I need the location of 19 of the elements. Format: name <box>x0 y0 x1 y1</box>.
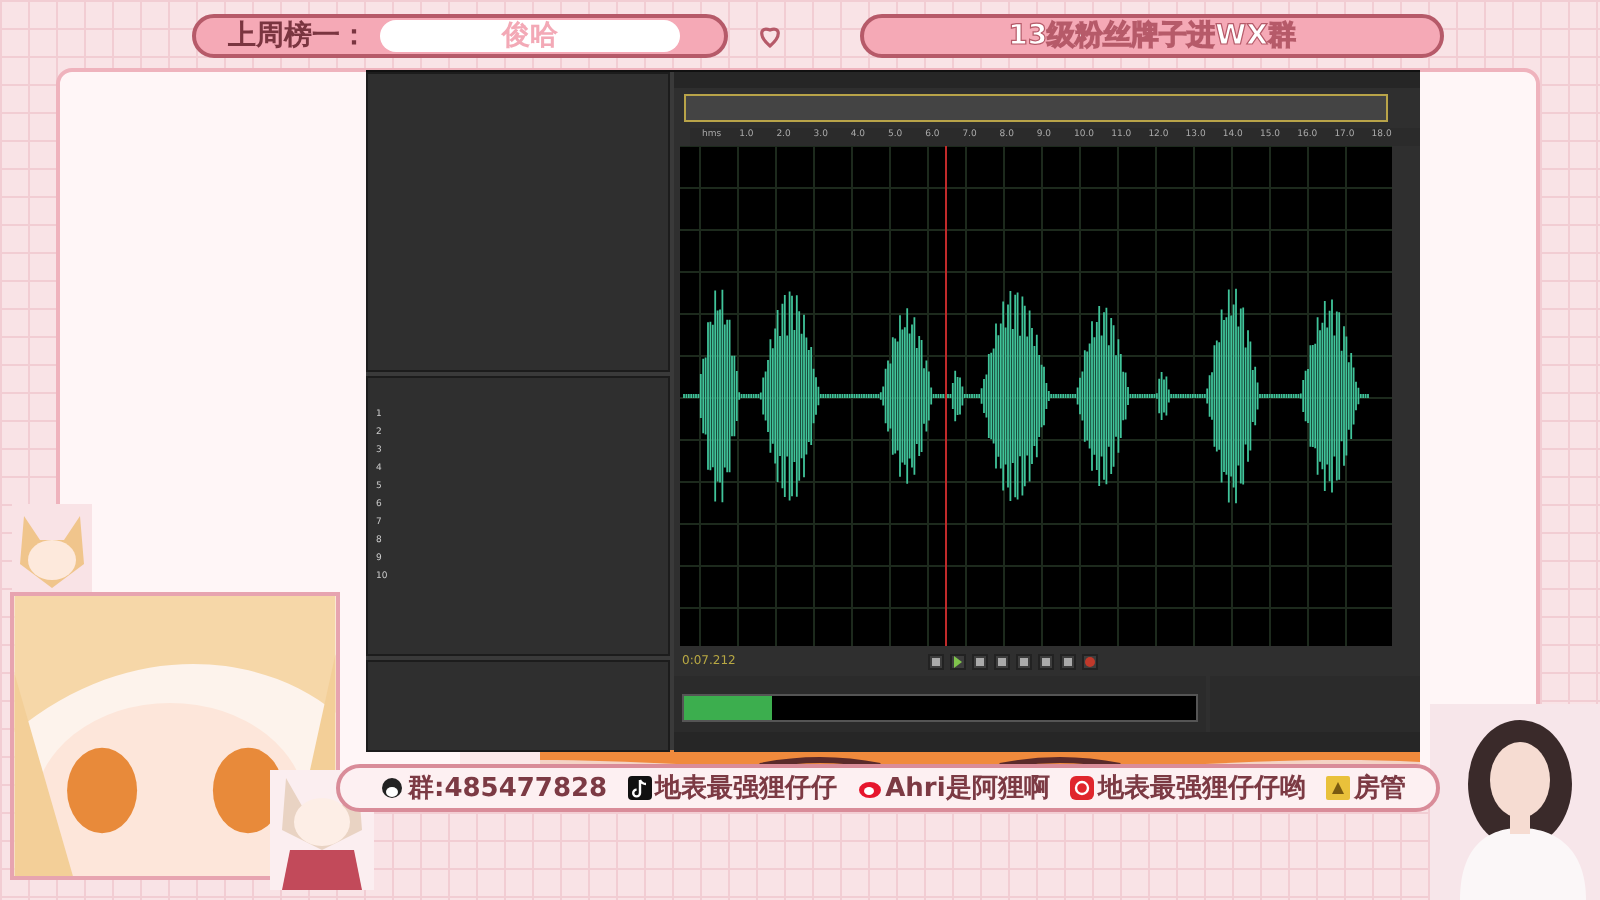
record-icon <box>1084 655 1096 667</box>
social-text: 房管 <box>1353 771 1406 806</box>
social-text: 地表最强狸仔仔哟 <box>1097 772 1306 806</box>
social-text: Ahri是阿狸啊 <box>885 772 1050 806</box>
stop-button[interactable] <box>928 653 944 669</box>
penguin-icon <box>380 776 404 800</box>
music-note-icon <box>627 776 652 800</box>
stop-icon <box>930 655 942 667</box>
play-icon <box>952 655 964 667</box>
eye-icon <box>857 776 882 800</box>
social-text: 地表最强狸仔仔 <box>655 772 838 806</box>
badge-icon <box>1325 776 1350 800</box>
record-button[interactable] <box>1082 653 1098 669</box>
music-circle-icon <box>1069 776 1094 800</box>
ranking-name: 俊哈 <box>380 19 680 51</box>
play-button[interactable] <box>950 653 966 669</box>
group-banner: 13级粉丝牌子进WX群 <box>860 13 1444 57</box>
social-text: 群:485477828 <box>408 772 608 806</box>
ranking-label: 上周榜一： <box>228 17 368 53</box>
